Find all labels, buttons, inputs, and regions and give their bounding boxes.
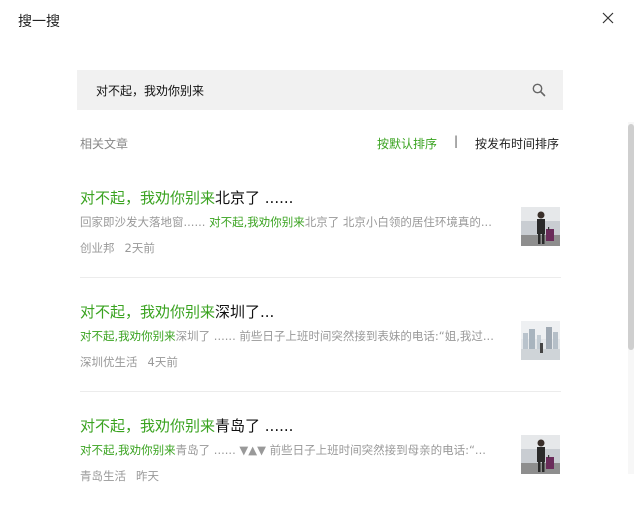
city-buildings-thumbnail-icon xyxy=(521,321,560,360)
result-title-highlight: 对不起，我劝你别来 xyxy=(80,303,216,321)
result-title[interactable]: 对不起，我劝你别来深圳了... xyxy=(80,301,274,322)
result-snippet-suffix: 青岛了 ...... ▼▲▼ 前些日子上班时间突然接到母亲的电话:“... xyxy=(175,443,486,457)
result-thumbnail[interactable] xyxy=(521,321,560,360)
result-snippet-suffix: 北京了 北京小白领的居住环境真的... xyxy=(304,215,492,229)
result-snippet-highlight: 对不起,我劝你别来 xyxy=(209,215,305,229)
result-item[interactable]: 对不起，我劝你别来深圳了... 对不起,我劝你别来深圳了 ...... 前些日子… xyxy=(80,301,561,401)
close-button[interactable] xyxy=(596,6,620,30)
result-snippet: 对不起,我劝你别来深圳了 ...... 前些日子上班时间突然接到表妹的电话:“姐… xyxy=(80,328,506,344)
result-meta: 创业邦 2天前 xyxy=(80,240,155,256)
search-icon[interactable] xyxy=(531,82,547,98)
result-title-rest: 北京了 ...... xyxy=(215,189,294,207)
result-divider xyxy=(80,277,561,278)
window-title: 搜一搜 xyxy=(18,14,60,30)
result-snippet: 回家即沙发大落地窗...... 对不起,我劝你别来北京了 北京小白领的居住环境真… xyxy=(80,214,506,230)
result-title[interactable]: 对不起，我劝你别来北京了 ...... xyxy=(80,187,293,208)
result-snippet-highlight: 对不起,我劝你别来 xyxy=(80,329,176,343)
result-title-highlight: 对不起，我劝你别来 xyxy=(80,189,216,207)
search-bar xyxy=(77,70,563,110)
sort-by-time-button[interactable]: 按发布时间排序 xyxy=(475,135,559,152)
sort-divider: | xyxy=(454,134,459,148)
person-with-luggage-thumbnail-icon xyxy=(521,207,560,246)
person-with-luggage-thumbnail-icon xyxy=(521,435,560,474)
result-title-rest: 青岛了 ...... xyxy=(215,417,294,435)
result-thumbnail[interactable] xyxy=(521,435,560,474)
result-snippet-prefix: 回家即沙发大落地窗...... xyxy=(80,215,210,229)
result-time: 4天前 xyxy=(147,355,178,369)
result-time: 昨天 xyxy=(136,469,159,483)
result-title-highlight: 对不起，我劝你别来 xyxy=(80,417,216,435)
result-item[interactable]: 对不起，我劝你别来北京了 ...... 回家即沙发大落地窗...... 对不起,… xyxy=(80,187,561,287)
result-meta: 青岛生活 昨天 xyxy=(80,468,159,484)
result-source: 创业邦 xyxy=(80,241,115,255)
result-time: 2天前 xyxy=(124,241,155,255)
scrollbar-thumb[interactable] xyxy=(628,124,634,350)
result-snippet-highlight: 对不起,我劝你别来 xyxy=(80,443,176,457)
result-snippet-suffix: 深圳了 ...... 前些日子上班时间突然接到表妹的电话:“姐,我过... xyxy=(175,329,494,343)
close-icon[interactable] xyxy=(602,12,614,24)
result-title-rest: 深圳了... xyxy=(215,303,275,321)
search-input[interactable] xyxy=(96,83,516,97)
result-divider xyxy=(80,391,561,392)
result-source: 青岛生活 xyxy=(80,469,126,483)
result-item[interactable]: 对不起，我劝你别来青岛了 ...... 对不起,我劝你别来青岛了 ...... … xyxy=(80,415,561,515)
result-title[interactable]: 对不起，我劝你别来青岛了 ...... xyxy=(80,415,293,436)
section-label: 相关文章 xyxy=(80,137,129,151)
result-meta: 深圳优生活 4天前 xyxy=(80,354,178,370)
result-thumbnail[interactable] xyxy=(521,207,560,246)
result-snippet: 对不起,我劝你别来青岛了 ...... ▼▲▼ 前些日子上班时间突然接到母亲的电… xyxy=(80,442,506,458)
result-source: 深圳优生活 xyxy=(80,355,138,369)
sort-default-button[interactable]: 按默认排序 xyxy=(377,135,437,152)
